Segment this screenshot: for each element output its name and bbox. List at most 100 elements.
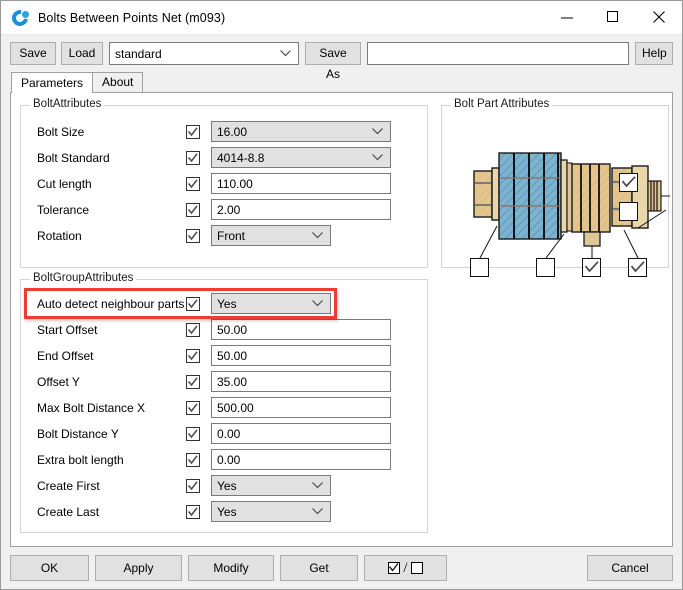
check-icon xyxy=(188,455,198,465)
dialog-button-bar: OK Apply Modify Get / Cancel xyxy=(1,547,682,589)
value-tolerance: 2.00 xyxy=(212,203,240,217)
maximize-button[interactable] xyxy=(590,1,636,33)
get-button[interactable]: Get xyxy=(280,555,358,581)
row-tolerance: Tolerance 2.00 xyxy=(21,199,427,221)
load-button[interactable]: Load xyxy=(61,42,103,65)
value-create-first: Yes xyxy=(212,479,237,493)
maximize-icon xyxy=(607,11,619,23)
tekla-spiral-icon xyxy=(11,9,29,27)
checkbox-create-first[interactable] xyxy=(186,479,200,493)
input-tolerance[interactable]: 2.00 xyxy=(211,199,391,220)
value-create-last: Yes xyxy=(212,505,237,519)
input-start-offset[interactable]: 50.00 xyxy=(211,319,391,340)
bolt-part-checkbox-6[interactable] xyxy=(619,202,638,221)
check-icon xyxy=(622,176,636,189)
cancel-button[interactable]: Cancel xyxy=(587,555,673,581)
checkbox-auto-detect-neighbour-parts[interactable] xyxy=(186,297,200,311)
input-extra-bolt-length[interactable]: 0.00 xyxy=(211,449,391,470)
checkbox-start-offset[interactable] xyxy=(186,323,200,337)
row-extra-bolt-length: Extra bolt length 0.00 xyxy=(21,449,427,471)
tab-about[interactable]: About xyxy=(92,72,143,92)
label-start-offset: Start Offset xyxy=(37,323,97,337)
save-button[interactable]: Save xyxy=(10,42,56,65)
check-icon xyxy=(188,481,198,491)
tab-strip: Parameters About xyxy=(1,72,682,92)
check-icon xyxy=(188,153,198,163)
tab-parameters[interactable]: Parameters xyxy=(11,72,93,93)
select-create-first[interactable]: Yes xyxy=(211,475,331,496)
input-max-bolt-distance-x[interactable]: 500.00 xyxy=(211,397,391,418)
help-button[interactable]: Help xyxy=(635,42,673,65)
check-icon xyxy=(188,127,198,137)
close-icon xyxy=(653,11,665,23)
ok-button[interactable]: OK xyxy=(10,555,89,581)
bolt-part-checkbox-5[interactable] xyxy=(619,173,638,192)
input-offset-y[interactable]: 35.00 xyxy=(211,371,391,392)
checkbox-tolerance[interactable] xyxy=(186,203,200,217)
label-extra-bolt-length: Extra bolt length xyxy=(37,453,124,467)
save-as-input[interactable] xyxy=(367,42,629,65)
save-as-button[interactable]: Save As xyxy=(305,42,361,65)
select-rotation[interactable]: Front xyxy=(211,225,331,246)
toggle-all-checkboxes-button[interactable]: / xyxy=(364,555,447,581)
value-max-bolt-distance-x: 500.00 xyxy=(212,401,254,415)
bolt-part-checkbox-1[interactable] xyxy=(470,258,489,277)
checkbox-offset-y[interactable] xyxy=(186,375,200,389)
plate-mid-thin xyxy=(561,160,572,232)
apply-button[interactable]: Apply xyxy=(95,555,182,581)
plate-left xyxy=(474,168,499,220)
checkbox-max-bolt-distance-x[interactable] xyxy=(186,401,200,415)
checkbox-extra-bolt-length[interactable] xyxy=(186,453,200,467)
bolt-part-checkbox-2[interactable] xyxy=(536,258,555,277)
value-extra-bolt-length: 0.00 xyxy=(212,453,240,467)
chevron-down-icon xyxy=(312,476,323,495)
checkbox-bolt-size[interactable] xyxy=(186,125,200,139)
select-bolt-standard[interactable]: 4014-8.8 xyxy=(211,147,391,168)
value-bolt-size: 16.00 xyxy=(212,125,247,139)
chevron-down-icon xyxy=(372,122,383,141)
input-bolt-distance-y[interactable]: 0.00 xyxy=(211,423,391,444)
check-icon xyxy=(188,231,198,241)
select-auto-detect-neighbour-parts[interactable]: Yes xyxy=(211,293,331,314)
row-offset-y: Offset Y 35.00 xyxy=(21,371,427,393)
checkbox-create-last[interactable] xyxy=(186,505,200,519)
checkbox-rotation[interactable] xyxy=(186,229,200,243)
value-bolt-distance-y: 0.00 xyxy=(212,427,240,441)
check-icon xyxy=(188,205,198,215)
row-max-bolt-distance-x: Max Bolt Distance X 500.00 xyxy=(21,397,427,419)
bolt-part-checkbox-3[interactable] xyxy=(582,258,601,277)
label-rotation: Rotation xyxy=(37,229,82,243)
row-bolt-standard: Bolt Standard 4014-8.8 xyxy=(21,147,427,169)
checked-box-icon xyxy=(388,562,400,574)
check-icon xyxy=(188,179,198,189)
checkbox-cut-length[interactable] xyxy=(186,177,200,191)
chevron-down-icon xyxy=(372,148,383,167)
checkbox-end-offset[interactable] xyxy=(186,349,200,363)
select-bolt-size[interactable]: 16.00 xyxy=(211,121,391,142)
close-button[interactable] xyxy=(636,1,682,33)
attribute-file-combo[interactable]: standard xyxy=(109,42,299,65)
chevron-down-icon xyxy=(280,43,291,64)
input-end-offset[interactable]: 50.00 xyxy=(211,345,391,366)
bolt-group-attributes-group: BoltGroupAttributes Auto detect neighbou… xyxy=(20,279,428,533)
minimize-button[interactable] xyxy=(544,1,590,33)
bolt-part-checkbox-4[interactable] xyxy=(628,258,647,277)
checkbox-bolt-distance-y[interactable] xyxy=(186,427,200,441)
chevron-down-icon xyxy=(312,226,323,245)
value-start-offset: 50.00 xyxy=(212,323,247,337)
title-bar: Bolts Between Points Net (m093) xyxy=(1,1,682,35)
label-cut-length: Cut length xyxy=(37,177,92,191)
row-rotation: Rotation Front xyxy=(21,225,427,247)
modify-button[interactable]: Modify xyxy=(188,555,274,581)
unchecked-box-icon xyxy=(411,562,423,574)
checkbox-bolt-standard[interactable] xyxy=(186,151,200,165)
value-end-offset: 50.00 xyxy=(212,349,247,363)
label-bolt-standard: Bolt Standard xyxy=(37,151,110,165)
row-end-offset: End Offset 50.00 xyxy=(21,345,427,367)
input-cut-length[interactable]: 110.00 xyxy=(211,173,391,194)
bolt-attributes-group: BoltAttributes Bolt Size 16.00 Bolt Stan… xyxy=(20,105,428,268)
plate-mid-tan xyxy=(572,164,610,246)
row-cut-length: Cut length 110.00 xyxy=(21,173,427,195)
select-create-last[interactable]: Yes xyxy=(211,501,331,522)
label-tolerance: Tolerance xyxy=(37,203,89,217)
